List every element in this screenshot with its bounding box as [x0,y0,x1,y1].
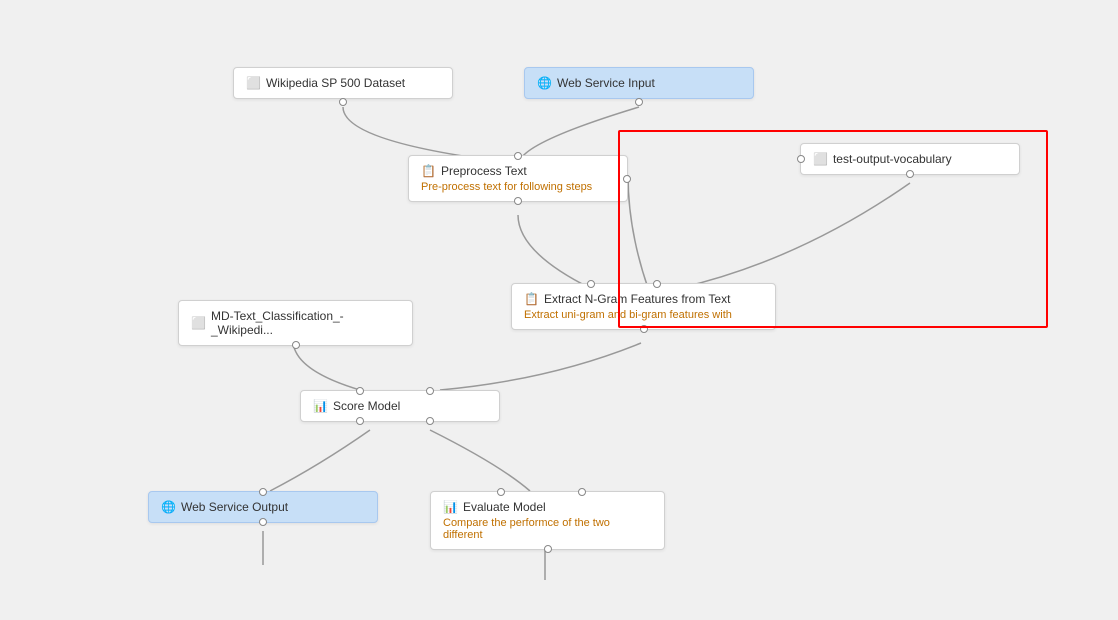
preprocess-title: Preprocess Text [441,164,527,178]
extract-ngram-node[interactable]: 📋 Extract N-Gram Features from Text Extr… [511,283,776,330]
md-text-node[interactable]: ⬜ MD-Text_Classification_-_Wikipedi... [178,300,413,346]
evaluate-subtitle: Compare the performce of the two differe… [443,517,652,541]
evaluate-model-node[interactable]: 📊 Evaluate Model Compare the performce o… [430,491,665,550]
web-service-input-title: Web Service Input [557,76,655,90]
evaluate-icon: 📊 [443,500,458,514]
web-service-output-node[interactable]: 🌐 Web Service Output [148,491,378,523]
dataset-icon: ⬜ [246,76,261,90]
preprocess-text-node[interactable]: 📋 Preprocess Text Pre-process text for f… [408,155,628,202]
globe-icon: 🌐 [537,76,552,90]
score-model-node[interactable]: 📊 Score Model [300,390,500,422]
ngram-icon: 📋 [524,292,539,306]
preprocess-icon: 📋 [421,164,436,178]
vocab-title: test-output-vocabulary [833,152,952,166]
test-output-vocabulary-node[interactable]: ⬜ test-output-vocabulary [800,143,1020,175]
wikipedia-title: Wikipedia SP 500 Dataset [266,76,405,90]
ngram-title: Extract N-Gram Features from Text [544,292,731,306]
preprocess-subtitle: Pre-process text for following steps [421,181,615,193]
output-globe-icon: 🌐 [161,500,176,514]
web-service-input-node[interactable]: 🌐 Web Service Input [524,67,754,99]
wikipedia-node[interactable]: ⬜ Wikipedia SP 500 Dataset [233,67,453,99]
ngram-subtitle: Extract uni-gram and bi-gram features wi… [524,309,763,321]
web-service-output-title: Web Service Output [181,500,288,514]
evaluate-title: Evaluate Model [463,500,546,514]
md-title: MD-Text_Classification_-_Wikipedi... [211,309,400,337]
score-title: Score Model [333,399,400,413]
md-icon: ⬜ [191,316,206,330]
vocab-icon: ⬜ [813,152,828,166]
workflow-canvas: ⬜ Wikipedia SP 500 Dataset 🌐 Web Service… [0,0,1118,620]
score-icon: 📊 [313,399,328,413]
